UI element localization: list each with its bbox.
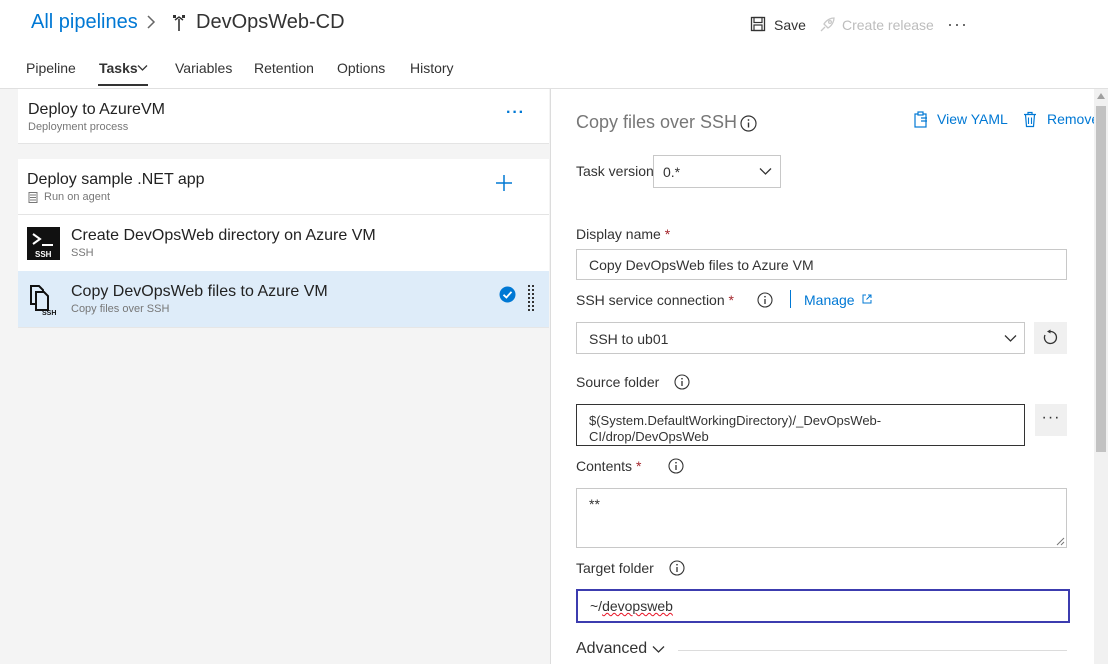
top-bar [0,0,1108,50]
remove-button[interactable]: Remove [1047,111,1099,127]
selected-check-icon [499,286,516,303]
info-icon[interactable] [757,292,773,308]
ssh-connection-value: SSH to ub01 [589,331,669,347]
task-title: Copy DevOpsWeb files to Azure VM [71,283,328,300]
browse-source-button[interactable]: ··· [1035,404,1067,436]
agent-job-title: Deploy sample .NET app [27,171,205,188]
chevron-down-icon [759,167,772,176]
task-title: Create DevOpsWeb directory on Azure VM [71,227,376,244]
contents-label: Contents * [576,458,642,474]
chevron-down-icon[interactable] [652,645,665,654]
source-folder-value-line2: CI/drop/DevOpsWeb [589,429,709,444]
target-folder-input[interactable]: ~/devopsweb [576,589,1070,623]
spellcheck-word: devopsweb [602,598,673,614]
display-name-input[interactable]: Copy DevOpsWeb files to Azure VM [576,249,1067,280]
create-release-button[interactable]: Create release [842,17,934,33]
more-actions-button[interactable]: ··· [947,14,968,35]
add-task-icon[interactable] [495,174,513,192]
contents-value: ** [589,496,600,512]
svg-text:SSH: SSH [35,250,52,259]
display-name-label: Display name * [576,226,671,242]
contents-textarea[interactable]: ** [576,488,1067,548]
breadcrumb-all-pipelines[interactable]: All pipelines [31,11,138,34]
refresh-icon [1042,329,1059,346]
pane-divider [550,89,551,664]
save-button[interactable]: Save [774,17,806,33]
info-icon[interactable] [674,374,690,390]
resize-grip-icon[interactable] [1056,537,1065,546]
info-icon[interactable] [669,560,685,576]
ssh-connection-select[interactable]: SSH to ub01 [576,322,1025,354]
advanced-section-toggle[interactable]: Advanced [576,640,647,658]
scroll-up-arrow-icon[interactable] [1096,92,1106,100]
external-link-icon[interactable] [862,294,872,304]
ssh-connection-label: SSH service connection * [576,292,734,308]
manage-separator [790,290,791,308]
drag-handle-icon[interactable] [527,284,535,312]
chevron-down-icon [1004,334,1017,343]
release-pipeline-icon [171,14,187,32]
copy-files-ssh-icon: SSH [29,284,59,316]
stage-more-button[interactable]: ··· [506,104,525,122]
target-folder-value: ~/devopsweb [590,598,673,614]
agent-icon [28,192,38,203]
active-tab-indicator [98,84,148,86]
tab-options[interactable]: Options [337,60,385,76]
required-mark: * [664,226,671,242]
required-mark: * [635,458,642,474]
task-version-value: 0.* [663,164,681,180]
manage-link[interactable]: Manage [804,292,855,308]
chevron-down-icon[interactable] [137,64,148,72]
tab-tasks[interactable]: Tasks [99,60,138,76]
stage-title: Deploy to AzureVM [28,101,165,118]
tab-variables[interactable]: Variables [175,60,232,76]
advanced-divider [678,650,1067,651]
rocket-icon [818,16,836,34]
save-icon[interactable] [750,16,766,32]
source-folder-label: Source folder [576,374,660,390]
info-icon[interactable] [740,115,757,132]
task-subtitle: Copy files over SSH [71,303,170,315]
pipeline-title: DevOpsWeb-CD [196,11,345,33]
tab-pipeline[interactable]: Pipeline [26,60,76,76]
target-folder-label: Target folder [576,560,654,576]
task-version-label: Task version [576,163,654,179]
ssh-terminal-icon: SSH [27,227,60,260]
svg-text:SSH: SSH [42,310,56,316]
view-yaml-button[interactable]: View YAML [937,111,1008,127]
display-name-value: Copy DevOpsWeb files to Azure VM [589,257,814,273]
scrollbar-thumb[interactable] [1096,106,1106,452]
trash-icon[interactable] [1023,111,1037,128]
task-panel-title: Copy files over SSH [576,112,738,132]
agent-job-subtitle: Run on agent [44,191,111,203]
refresh-connections-button[interactable] [1034,322,1067,354]
stage-subtitle: Deployment process [28,121,129,133]
clipboard-icon[interactable] [913,111,929,128]
tab-history[interactable]: History [410,60,454,76]
tab-retention[interactable]: Retention [254,60,314,76]
source-folder-input[interactable]: $(System.DefaultWorkingDirectory)/_DevOp… [576,404,1025,446]
source-folder-value-line1: $(System.DefaultWorkingDirectory)/_DevOp… [589,413,882,428]
info-icon[interactable] [668,458,684,474]
required-mark: * [728,292,734,308]
task-subtitle: SSH [71,247,94,259]
breadcrumb-chevron-icon [146,14,156,30]
task-version-select[interactable]: 0.* [653,155,781,188]
